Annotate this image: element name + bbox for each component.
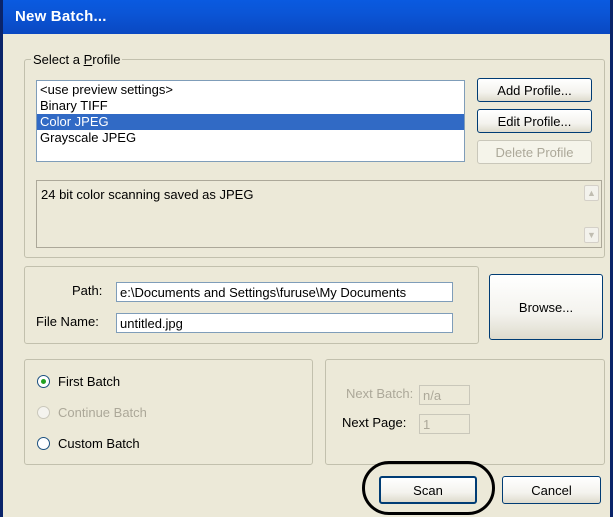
title-bar[interactable]: New Batch...: [3, 0, 610, 34]
list-item[interactable]: Binary TIFF: [37, 98, 464, 114]
radio-selected-dot: [41, 379, 46, 384]
custom-batch-label[interactable]: Custom Batch: [58, 436, 140, 451]
scan-button[interactable]: Scan: [379, 476, 477, 504]
first-batch-label[interactable]: First Batch: [58, 374, 120, 389]
add-profile-button[interactable]: Add Profile...: [477, 78, 592, 102]
delete-profile-label: Delete Profile: [495, 144, 574, 160]
profile-description: 24 bit color scanning saved as JPEG ▲ ▼: [36, 180, 602, 248]
scroll-up-icon[interactable]: ▲: [584, 185, 599, 201]
first-batch-radio[interactable]: [37, 375, 50, 388]
window-title: New Batch...: [15, 8, 107, 25]
cancel-label: Cancel: [531, 482, 572, 498]
custom-batch-radio[interactable]: [37, 437, 50, 450]
next-page-label: Next Page:: [342, 415, 407, 430]
profile-description-text: 24 bit color scanning saved as JPEG: [41, 187, 254, 202]
scan-label: Scan: [413, 482, 443, 498]
edit-profile-label: Edit Profile...: [497, 113, 572, 129]
list-item[interactable]: Grayscale JPEG: [37, 130, 464, 146]
list-item[interactable]: <use preview settings>: [37, 82, 464, 98]
path-input[interactable]: e:\Documents and Settings\furuse\My Docu…: [116, 282, 453, 302]
continue-batch-radio: [37, 406, 50, 419]
profile-group-legend: Select a Profile: [33, 52, 121, 67]
delete-profile-button: Delete Profile: [477, 140, 592, 164]
add-profile-label: Add Profile...: [497, 82, 572, 98]
new-batch-dialog: New Batch... Select a Profile <use previ…: [0, 0, 613, 517]
next-batch-label: Next Batch:: [346, 386, 414, 401]
edit-profile-button[interactable]: Edit Profile...: [477, 109, 592, 133]
filename-input[interactable]: untitled.jpg: [116, 313, 453, 333]
cancel-button[interactable]: Cancel: [502, 476, 601, 504]
continue-batch-label: Continue Batch: [58, 405, 147, 420]
browse-label: Browse...: [518, 299, 574, 315]
list-item-selected[interactable]: Color JPEG: [37, 114, 464, 130]
next-batch-input: n/a: [419, 385, 470, 405]
browse-button[interactable]: Browse...: [489, 274, 603, 340]
path-label: Path:: [72, 283, 103, 298]
filename-label: File Name:: [36, 314, 99, 329]
next-page-input: 1: [419, 414, 470, 434]
profile-list[interactable]: <use preview settings> Binary TIFF Color…: [36, 80, 465, 162]
next-values-group: [325, 359, 605, 465]
scroll-down-icon[interactable]: ▼: [584, 227, 599, 243]
